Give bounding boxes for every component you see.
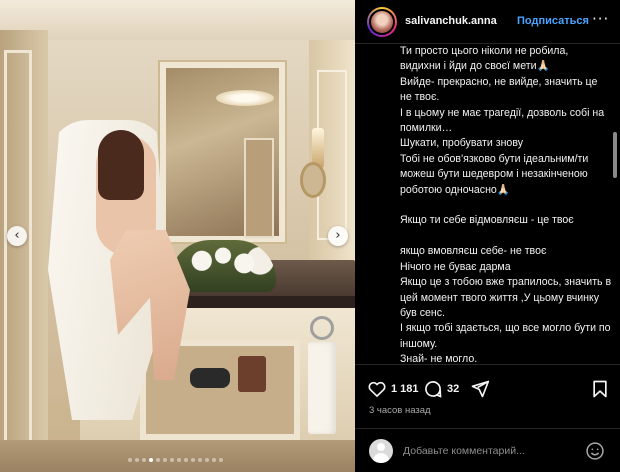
carousel-dot — [191, 458, 195, 462]
photo-shoes — [190, 368, 230, 388]
photo-hair — [98, 130, 144, 200]
carousel-prev-button[interactable]: ‹ — [7, 226, 27, 246]
carousel-next-button[interactable]: › — [328, 226, 348, 246]
photo-floor — [0, 440, 355, 472]
carousel-dots — [128, 458, 223, 462]
follow-button[interactable]: Подписаться — [517, 15, 589, 27]
post-actions: 1 181 32 3 часов назад — [355, 364, 620, 424]
smiley-icon[interactable] — [585, 441, 605, 461]
photo-mirror — [160, 62, 285, 242]
carousel-dot — [205, 458, 209, 462]
author-avatar[interactable] — [367, 7, 397, 37]
carousel-dot — [177, 458, 181, 462]
bookmark-icon — [593, 380, 607, 398]
photo-towel-ring — [310, 316, 334, 340]
carousel-dot — [219, 458, 223, 462]
post-timestamp[interactable]: 3 часов назад — [369, 405, 431, 416]
like-button[interactable]: 1 181 — [367, 379, 419, 399]
photo-towel — [308, 342, 336, 434]
comment-bubble-icon — [425, 381, 442, 398]
post-header: salivanchuk.anna Подписаться ··· — [355, 0, 620, 44]
caption-text: Ти просто цього ніколи не робила, видихн… — [400, 45, 612, 364]
comment-count[interactable]: 32 — [447, 383, 459, 395]
caption-area: Ти просто цього ніколи не робила, видихн… — [355, 44, 620, 364]
save-button[interactable] — [591, 379, 609, 399]
photo-mirror-reflection — [244, 138, 274, 238]
caption-scrollbar[interactable] — [613, 132, 617, 178]
post-photo[interactable]: ‹ › — [0, 0, 355, 472]
carousel-dot — [212, 458, 216, 462]
comment-button[interactable]: 32 — [423, 379, 459, 399]
carousel-dot — [128, 458, 132, 462]
comment-bar — [355, 428, 620, 472]
more-options-icon[interactable]: ··· — [592, 10, 609, 28]
viewer-avatar — [369, 439, 393, 463]
photo-ceiling-lamp — [216, 90, 274, 106]
comment-input[interactable] — [403, 443, 573, 459]
carousel-dot — [156, 458, 160, 462]
like-count[interactable]: 1 181 — [391, 383, 419, 395]
carousel-dot — [184, 458, 188, 462]
carousel-dot — [163, 458, 167, 462]
photo-door — [4, 50, 32, 450]
post-side-panel: salivanchuk.anna Подписаться ··· Ти прос… — [355, 0, 620, 472]
photo-round-mirror — [300, 162, 326, 198]
carousel-dot — [142, 458, 146, 462]
carousel-dot — [149, 458, 153, 462]
carousel-dot — [135, 458, 139, 462]
carousel-dot — [170, 458, 174, 462]
carousel-dot — [198, 458, 202, 462]
photo-bag — [238, 356, 266, 392]
heart-icon — [368, 381, 386, 398]
paper-plane-icon — [471, 380, 490, 398]
share-button[interactable] — [470, 379, 490, 399]
photo-ceiling — [0, 0, 355, 40]
author-username[interactable]: salivanchuk.anna — [405, 15, 497, 27]
